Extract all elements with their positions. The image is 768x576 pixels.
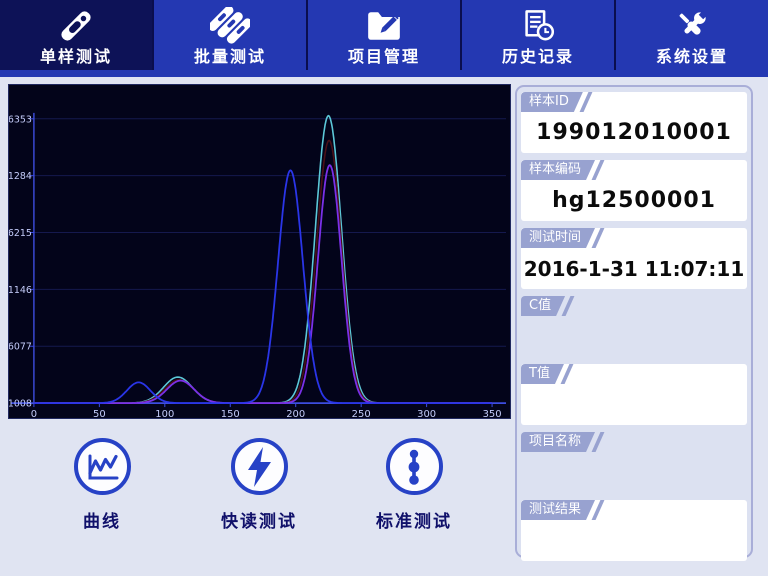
project-name-value (521, 452, 747, 493)
sample-info-panel: 样本ID 199012010001 样本编码 hg12500001 测试时间 2… (515, 85, 753, 558)
svg-text:81008: 81008 (9, 399, 32, 410)
field-label-test-result: 测试结果 (521, 500, 595, 520)
field-label-sample-id: 样本ID (521, 92, 583, 112)
top-navigation: 单样测试 批量测试 (0, 0, 768, 70)
field-project-name: 项目名称 (521, 432, 747, 493)
nav-underline (0, 70, 768, 77)
tab-label: 系统设置 (656, 47, 728, 67)
standard-test-label: 标准测试 (376, 507, 452, 532)
batch-strips-icon (210, 5, 250, 47)
field-sample-id: 样本ID 199012010001 (521, 92, 747, 153)
svg-text:3306353: 3306353 (9, 114, 32, 125)
field-label-sample-code: 样本编码 (521, 160, 595, 180)
c-value (521, 316, 747, 357)
tab-label: 单样测试 (40, 47, 112, 67)
svg-text:350: 350 (483, 409, 502, 418)
field-c-value: C值 (521, 296, 747, 357)
tab-history[interactable]: 历史记录 (462, 0, 616, 70)
t-value (521, 384, 747, 425)
test-time-value: 2016-1-31 11:07:11 (521, 248, 747, 289)
svg-text:100: 100 (155, 409, 174, 418)
svg-text:2661284: 2661284 (9, 171, 32, 182)
svg-text:1371146: 1371146 (9, 285, 32, 296)
svg-text:150: 150 (221, 409, 240, 418)
svg-text:2016215: 2016215 (9, 228, 32, 239)
field-label-test-time: 测试时间 (521, 228, 595, 248)
svg-text:0: 0 (31, 409, 37, 418)
field-test-time: 测试时间 2016-1-31 11:07:11 (521, 228, 747, 289)
field-t-value: T值 (521, 364, 747, 425)
tab-label: 批量测试 (194, 47, 266, 67)
field-label-project-name: 项目名称 (521, 432, 595, 452)
chart-canvas: 81008 726077 1371146 2016215 2661284 3306353 0… (9, 85, 510, 418)
tab-single-test[interactable]: 单样测试 (0, 0, 154, 70)
history-doc-clock-icon (518, 5, 558, 47)
svg-text:250: 250 (352, 409, 371, 418)
tools-icon (672, 5, 712, 47)
field-label-c-value: C值 (521, 296, 565, 316)
tab-label: 项目管理 (348, 47, 420, 67)
svg-text:50: 50 (93, 409, 106, 418)
signal-curve-chart: 81008 726077 1371146 2016215 2661284 3306353 0… (8, 84, 511, 419)
tab-system-settings[interactable]: 系统设置 (616, 0, 768, 70)
tab-label: 历史记录 (502, 47, 574, 67)
svg-text:200: 200 (286, 409, 305, 418)
curve-icon (74, 438, 131, 495)
lightning-icon (231, 438, 288, 495)
curve-button[interactable]: 曲线 (41, 438, 163, 532)
tab-project-management[interactable]: 项目管理 (308, 0, 462, 70)
quick-read-test-label: 快读测试 (221, 507, 297, 532)
field-test-result: 测试结果 (521, 500, 747, 561)
standard-test-button[interactable]: 标准测试 (353, 438, 475, 532)
test-result-value (521, 520, 747, 561)
test-strip-icon (57, 5, 95, 47)
sample-code-value: hg12500001 (521, 180, 747, 221)
sample-id-value: 199012010001 (521, 112, 747, 153)
curve-button-label: 曲线 (83, 507, 121, 532)
standard-test-icon (386, 438, 443, 495)
field-sample-code: 样本编码 hg12500001 (521, 160, 747, 221)
field-label-t-value: T值 (521, 364, 564, 384)
tab-batch-test[interactable]: 批量测试 (154, 0, 308, 70)
quick-read-test-button[interactable]: 快读测试 (198, 438, 320, 532)
svg-text:300: 300 (417, 409, 436, 418)
folder-edit-icon (364, 5, 404, 47)
svg-text:726077: 726077 (9, 342, 32, 353)
